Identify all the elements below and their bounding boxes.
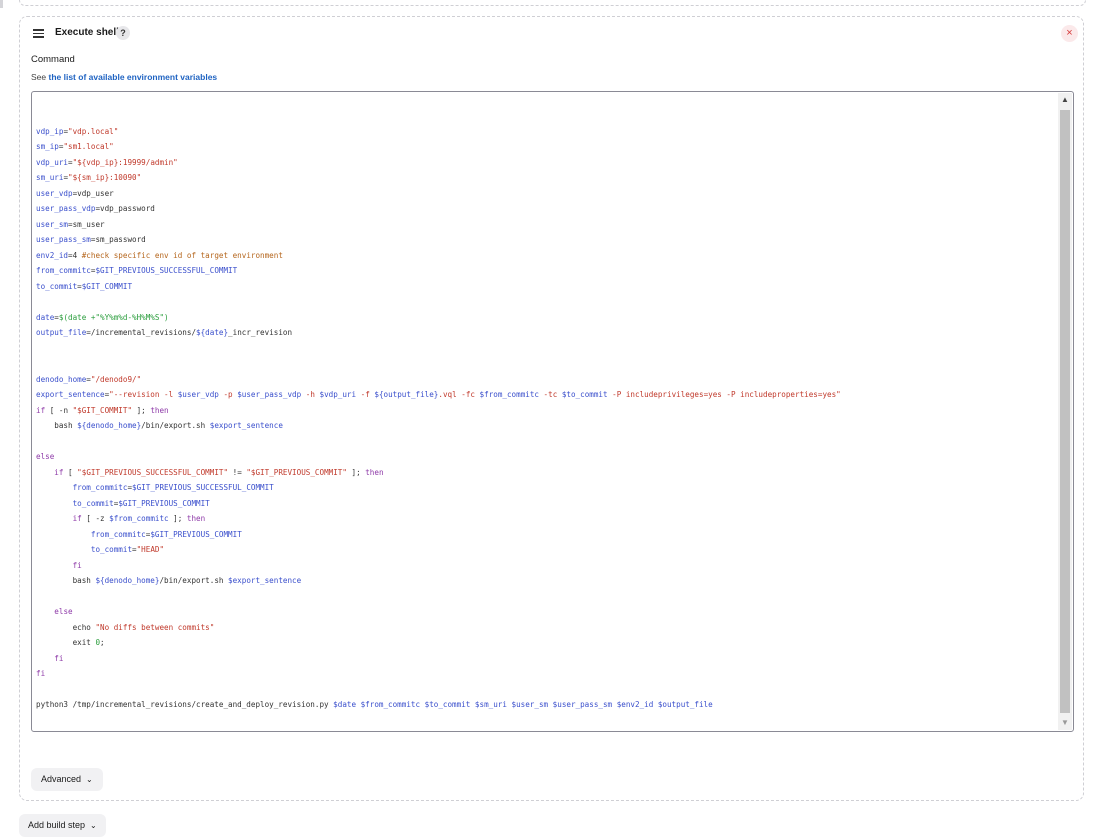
code-line: vdp_uri="${vdp_ip}:19999/admin" xyxy=(36,157,178,167)
step-title: Execute shell xyxy=(55,27,119,38)
code-line: if [ -z $from_commitc ]; then xyxy=(72,514,206,523)
command-label: Command xyxy=(31,54,75,65)
code-line: else xyxy=(36,452,55,461)
env-hint-prefix: See xyxy=(31,72,47,82)
code-line: sm_ip="sm1.local" xyxy=(36,142,114,151)
advanced-label: Advanced xyxy=(41,774,82,784)
code-line: from_commitc=$GIT_PREVIOUS_SUCCESSFUL_CO… xyxy=(36,266,238,275)
chevron-down-icon: ⌄ xyxy=(90,821,97,830)
code-line: sm_uri="${sm_ip}:10090" xyxy=(36,173,142,182)
build-step-card: Execute shell ? × Command See the list o… xyxy=(19,16,1084,801)
editor-scrollbar[interactable]: ▲ ▼ xyxy=(1058,93,1072,730)
close-icon[interactable]: × xyxy=(1061,25,1078,42)
add-build-step-button[interactable]: Add build step ⌄ xyxy=(19,814,106,837)
help-icon[interactable]: ? xyxy=(116,26,130,40)
scroll-thumb[interactable] xyxy=(1060,110,1070,713)
code-line: denodo_home="/denodo9/" xyxy=(36,374,142,384)
code-line: to_commit="HEAD" xyxy=(90,545,165,554)
command-editor[interactable]: vdp_ip="vdp.local" sm_ip="sm1.local" vdp_u… xyxy=(31,91,1074,732)
code-line: output_file=/incremental_revisions/${dat… xyxy=(36,328,293,337)
command-code[interactable]: vdp_ip="vdp.local" sm_ip="sm1.local" vdp_u… xyxy=(36,108,1055,713)
code-line: bash ${denodo_home}/bin/export.sh $expor… xyxy=(36,576,302,585)
code-line: from_commitc=$GIT_PREVIOUS_COMMIT xyxy=(90,529,242,539)
code-line: python3 /tmp/incremental_revisions/creat… xyxy=(36,700,713,709)
drag-handle-icon[interactable] xyxy=(33,29,44,38)
code-line: user_vdp=vdp_user xyxy=(36,188,114,198)
code-line: user_pass_vdp=vdp_password xyxy=(36,204,155,213)
left-edge-marker xyxy=(0,0,3,8)
env-variables-link[interactable]: the list of available environment variab… xyxy=(49,72,218,82)
code-line: if [ "$GIT_PREVIOUS_SUCCESSFUL_COMMIT" !… xyxy=(54,467,384,477)
scroll-up-arrow-icon[interactable]: ▲ xyxy=(1058,93,1072,107)
code-line: exit 0; xyxy=(36,638,105,647)
scroll-down-arrow-icon[interactable]: ▼ xyxy=(1058,716,1072,730)
code-line: if [ -n "$GIT_COMMIT" ]; then xyxy=(36,405,169,415)
code-line: bash ${denodo_home}/bin/export.sh $expor… xyxy=(36,421,283,430)
code-line: fi xyxy=(36,669,46,678)
code-line: export_sentence="--revision -l $user_vdp… xyxy=(36,390,841,399)
code-line: to_commit=$GIT_COMMIT xyxy=(36,281,133,291)
code-line: fi xyxy=(54,653,64,663)
chevron-down-icon: ⌄ xyxy=(86,775,93,784)
code-line: else xyxy=(54,607,73,616)
code-line: date=$(date +"%Y%m%d-%H%M%S") xyxy=(36,312,169,322)
add-build-step-label: Add build step xyxy=(28,820,86,830)
code-line: vdp_ip="vdp.local" xyxy=(36,126,119,136)
code-line: env2_id=4 #check specific env id of targ… xyxy=(36,250,283,260)
code-line: fi xyxy=(72,560,82,570)
code-line: user_sm=sm_user xyxy=(36,219,105,229)
code-line: from_commitc=$GIT_PREVIOUS_SUCCESSFUL_CO… xyxy=(72,483,274,492)
code-line: user_pass_sm=sm_password xyxy=(36,235,146,244)
code-line: echo "No diffs between commits" xyxy=(36,622,215,632)
env-variables-hint: See the list of available environment va… xyxy=(31,72,217,82)
code-line: to_commit=$GIT_PREVIOUS_COMMIT xyxy=(72,498,210,508)
advanced-button[interactable]: Advanced ⌄ xyxy=(31,768,103,791)
previous-step-card xyxy=(19,0,1086,6)
